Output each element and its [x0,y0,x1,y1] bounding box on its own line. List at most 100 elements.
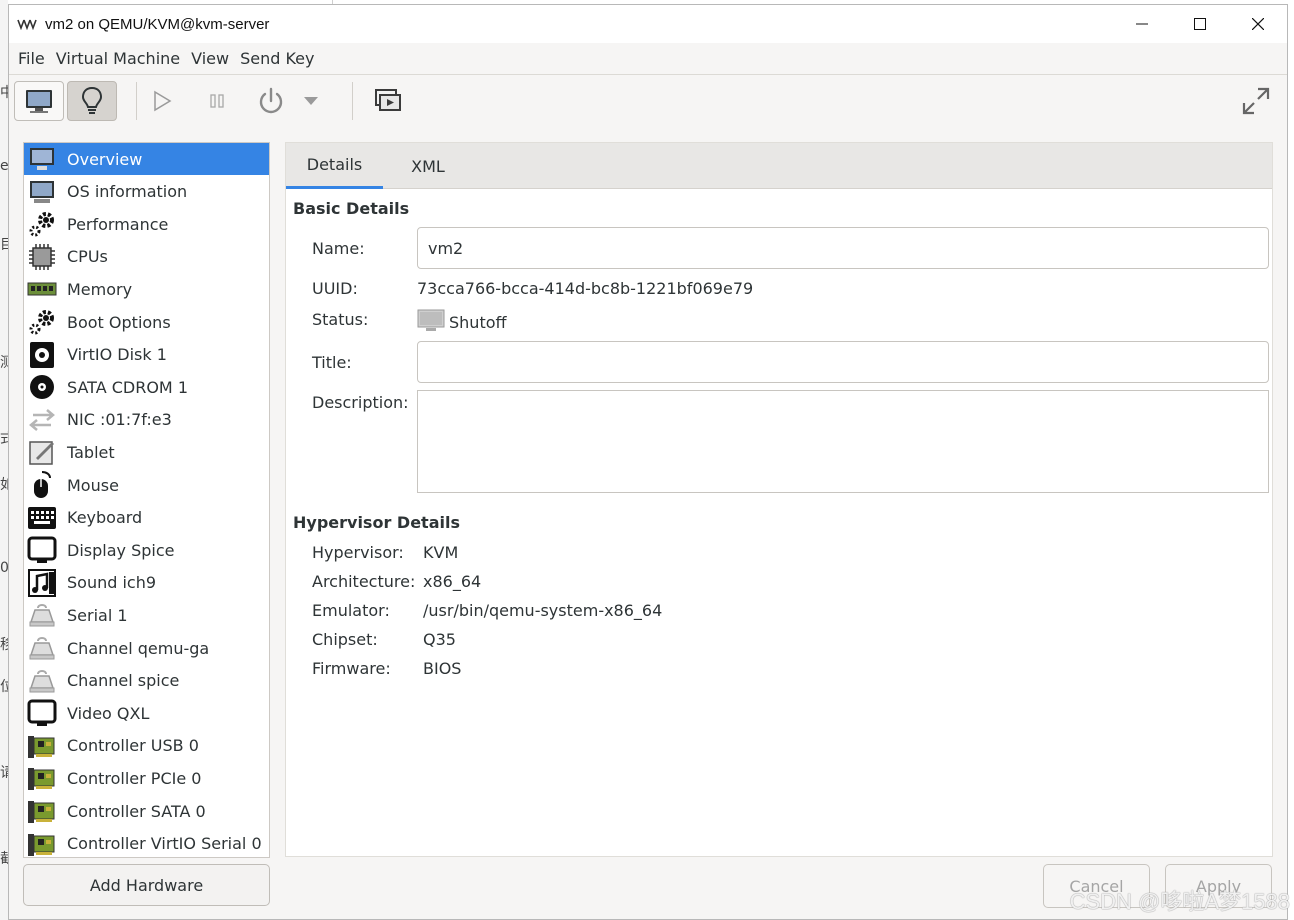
menu-file[interactable]: File [17,49,55,68]
nic-icon [25,405,59,435]
sidebar-item-display-spice[interactable]: Display Spice [24,534,269,566]
toolbar-separator [352,82,353,120]
menu-virtual-machine[interactable]: Virtual Machine [55,49,190,68]
sidebar-item-os-information[interactable]: OS information [24,176,269,208]
serial-icon [25,600,59,630]
fullscreen-button[interactable] [1231,81,1281,121]
sidebar-item-channel-spice[interactable]: Channel spice [24,665,269,697]
sidebar-item-label: Sound ich9 [67,573,157,593]
basic-details-heading: Basic Details [293,199,410,218]
sidebar-item-label: Video QXL [67,703,150,723]
sidebar-item-keyboard[interactable]: Keyboard [24,502,269,534]
close-icon [1252,18,1264,30]
sidebar-item-performance[interactable]: Performance [24,208,269,240]
sidebar-item-mouse[interactable]: Mouse [24,469,269,501]
sidebar-item-memory[interactable]: Memory [24,273,269,305]
sidebar-item-tablet[interactable]: Tablet [24,436,269,468]
sidebar-item-label: SATA CDROM 1 [67,377,188,397]
status-label: Status: [312,310,369,329]
sidebar-item-label: Display Spice [67,540,175,560]
pause-icon [210,94,224,108]
menu-send-key[interactable]: Send Key [239,49,324,68]
sidebar-item-virtio-disk[interactable]: VirtIO Disk 1 [24,339,269,371]
lightbulb-icon [81,86,103,114]
name-label: Name: [312,239,365,258]
sidebar-item-boot-options[interactable]: Boot Options [24,306,269,338]
tablet-icon [25,437,59,467]
boot-options-icon [25,307,59,337]
close-button[interactable] [1229,5,1287,43]
console-button[interactable] [14,81,64,121]
snapshots-icon [375,89,401,111]
cdrom-icon [25,372,59,402]
sidebar-item-label: Channel qemu-ga [67,638,210,658]
sidebar-item-video-qxl[interactable]: Video QXL [24,697,269,729]
power-button[interactable] [246,81,296,121]
sidebar-item-serial[interactable]: Serial 1 [24,599,269,631]
menu-view[interactable]: View [190,49,239,68]
os-information-icon [25,177,59,207]
controller-icon [25,796,59,826]
title-label: Title: [312,353,352,372]
sidebar-item-label: Mouse [67,475,119,495]
status-value: Shutoff [449,312,507,332]
add-hardware-button[interactable]: Add Hardware [23,864,270,906]
sidebar-item-label: NIC :01:7f:e3 [67,410,172,430]
background-text: 0 [0,560,8,576]
sidebar-item-sata-cdrom[interactable]: SATA CDROM 1 [24,371,269,403]
pause-button[interactable] [192,81,242,121]
details-button[interactable] [67,81,117,121]
background-text: 位 [0,679,8,695]
sidebar-item-label: VirtIO Disk 1 [67,345,167,365]
name-field[interactable]: vm2 [417,227,1269,269]
desktop-background [0,0,8,920]
overview-icon [25,144,59,174]
hypervisor-label: Hypervisor: [312,543,404,562]
sidebar-item-label: Serial 1 [67,605,128,625]
disk-icon [25,340,59,370]
run-button[interactable] [137,81,187,121]
chipset-value: Q35 [423,630,456,649]
channel-icon [25,666,59,696]
performance-icon [25,209,59,239]
sidebar-item-label: Boot Options [67,312,171,332]
sidebar-item-label: Controller SATA 0 [67,801,206,821]
title-field[interactable] [417,341,1269,383]
vm-details-window: vm2 on QEMU/KVM@kvm-server File Virtual … [8,4,1288,920]
window-title: vm2 on QEMU/KVM@kvm-server [45,15,270,33]
tab-xml[interactable]: XML [383,143,473,189]
channel-icon [25,633,59,663]
sidebar-item-cpus[interactable]: CPUs [24,241,269,273]
firmware-value: BIOS [423,659,462,678]
sound-icon [25,568,59,598]
sidebar-item-controller-pcie[interactable]: Controller PCIe 0 [24,762,269,794]
sidebar-item-controller-usb[interactable]: Controller USB 0 [24,730,269,762]
window-controls [1113,5,1287,43]
title-bar[interactable]: vm2 on QEMU/KVM@kvm-server [9,5,1287,43]
uuid-label: UUID: [312,279,358,298]
sidebar-item-label: Controller VirtIO Serial 0 [67,834,262,854]
sidebar-item-label: Performance [67,214,169,234]
console-icon [26,90,52,113]
sidebar-item-controller-virtio-serial[interactable]: Controller VirtIO Serial 0 [24,828,269,857]
minimize-button[interactable] [1113,5,1171,43]
tab-details[interactable]: Details [286,143,383,189]
virt-manager-icon [17,17,39,31]
sidebar-item-label: Channel spice [67,671,180,691]
description-field[interactable] [417,390,1269,493]
cpu-icon [25,242,59,272]
sidebar-item-nic[interactable]: NIC :01:7f:e3 [24,404,269,436]
sidebar-item-sound[interactable]: Sound ich9 [24,567,269,599]
controller-icon [25,829,59,857]
minimize-icon [1136,23,1148,25]
chevron-down-icon [304,97,318,105]
power-menu-button[interactable] [299,81,323,121]
maximize-button[interactable] [1171,5,1229,43]
sidebar-item-channel-qemu-ga[interactable]: Channel qemu-ga [24,632,269,664]
background-text: 测 [0,355,8,371]
snapshots-button[interactable] [363,81,413,121]
sidebar-item-label: Tablet [67,442,115,462]
sidebar-item-controller-sata[interactable]: Controller SATA 0 [24,795,269,827]
emulator-label: Emulator: [312,601,390,620]
sidebar-item-overview[interactable]: Overview [24,143,269,175]
